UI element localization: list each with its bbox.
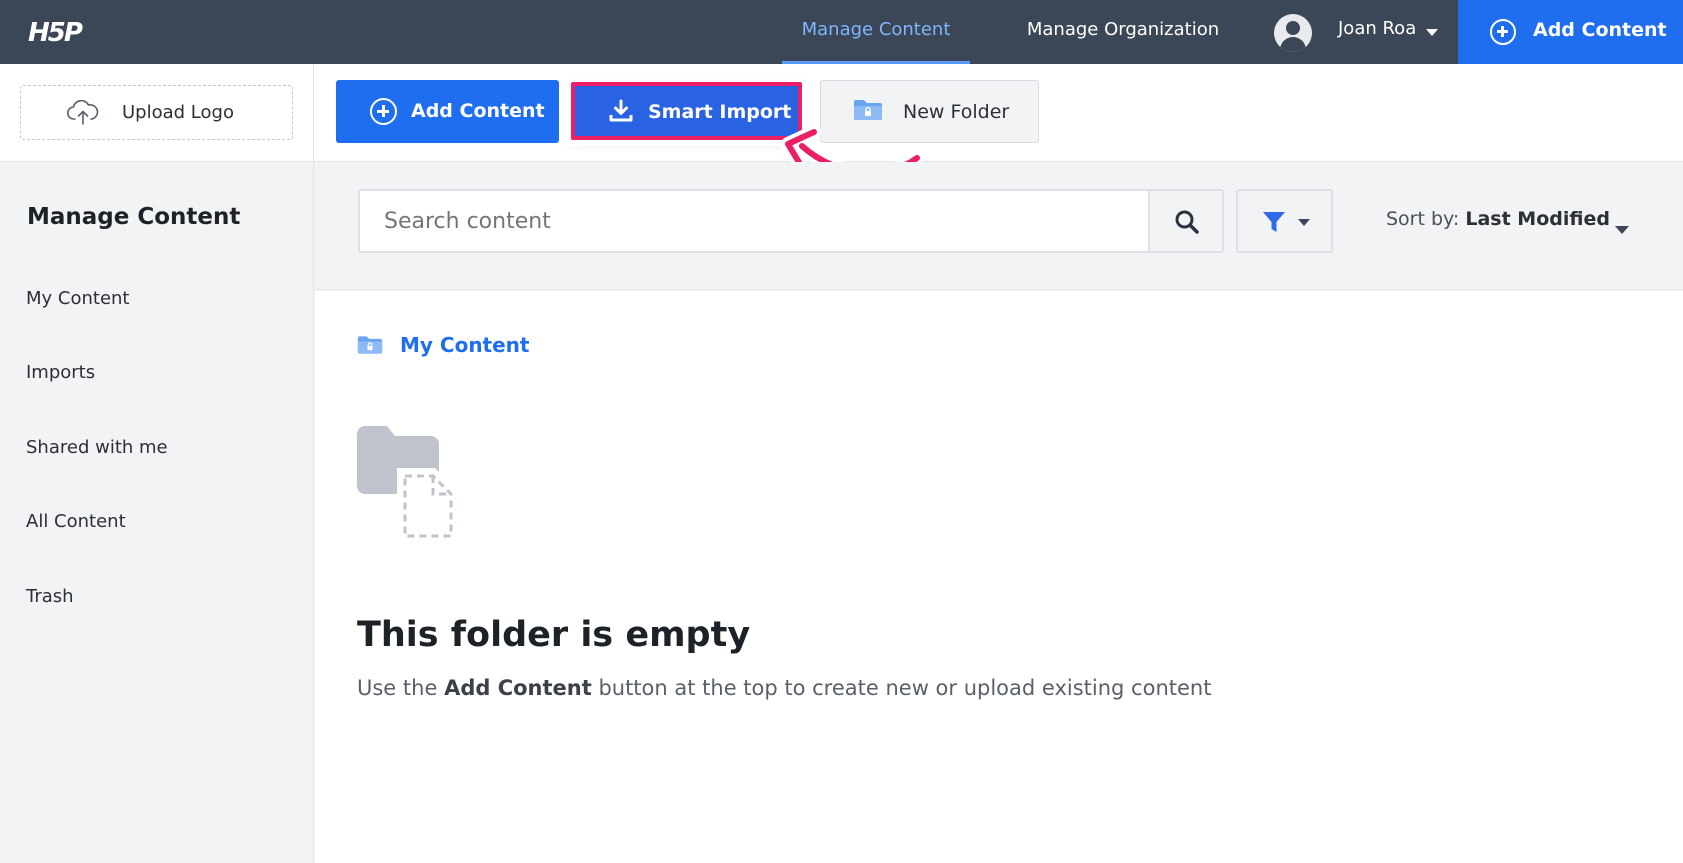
empty-desc-after: button at the top to create new or uploa… bbox=[598, 676, 1212, 700]
search-filter-bar: Sort by: Last Modified bbox=[315, 162, 1683, 290]
upload-logo-label: Upload Logo bbox=[122, 102, 234, 123]
filter-icon bbox=[1262, 210, 1286, 238]
sidebar-title: Manage Content bbox=[27, 204, 241, 230]
topbar-add-content-button[interactable]: Add Content bbox=[1458, 0, 1683, 64]
avatar-body bbox=[1280, 37, 1306, 52]
user-menu-name[interactable]: Joan Roa bbox=[1338, 18, 1416, 39]
sort-prefix: Sort by: bbox=[1386, 208, 1460, 230]
tab-manage-organization[interactable]: Manage Organization bbox=[1018, 0, 1228, 64]
user-avatar-icon[interactable] bbox=[1274, 14, 1312, 52]
filter-caret-down-icon bbox=[1298, 219, 1310, 226]
add-content-button[interactable]: Add Content bbox=[336, 80, 559, 143]
tab-manage-organization-label: Manage Organization bbox=[1026, 19, 1220, 40]
empty-desc-before: Use the bbox=[357, 676, 438, 700]
avatar-head bbox=[1286, 21, 1300, 35]
breadcrumb-label: My Content bbox=[400, 333, 530, 357]
sidebar-item-all-content[interactable]: All Content bbox=[26, 511, 126, 532]
sidebar-item-imports[interactable]: Imports bbox=[26, 362, 95, 383]
tab-manage-content[interactable]: Manage Content bbox=[782, 0, 970, 64]
empty-folder-icon bbox=[357, 426, 467, 550]
sidebar-item-trash[interactable]: Trash bbox=[26, 586, 74, 607]
plus-circle-icon bbox=[1490, 19, 1516, 45]
add-content-label: Add Content bbox=[411, 100, 545, 122]
filter-button[interactable] bbox=[1236, 189, 1333, 253]
sort-value: Last Modified bbox=[1465, 208, 1610, 230]
cloud-upload-icon bbox=[66, 99, 99, 131]
empty-desc-bold: Add Content bbox=[444, 676, 592, 700]
user-menu-caret-down-icon[interactable] bbox=[1426, 29, 1438, 36]
tab-manage-content-label: Manage Content bbox=[801, 19, 951, 40]
upload-logo-button[interactable]: Upload Logo bbox=[20, 85, 293, 140]
folder-icon bbox=[357, 335, 383, 360]
topbar-add-content-label: Add Content bbox=[1533, 19, 1667, 41]
h5p-logo[interactable]: H5P bbox=[28, 18, 83, 48]
plus-circle-icon bbox=[370, 98, 397, 125]
sidebar-item-shared-with-me[interactable]: Shared with me bbox=[26, 437, 168, 458]
logo-upload-area: Upload Logo bbox=[0, 64, 314, 162]
sort-dropdown[interactable]: Sort by: Last Modified bbox=[1386, 208, 1610, 230]
search-icon bbox=[1174, 209, 1200, 239]
empty-state-description: Use the Add Content button at the top to… bbox=[357, 676, 1211, 700]
sidebar: Manage Content My Content Imports Shared… bbox=[0, 162, 314, 863]
search-input[interactable] bbox=[358, 189, 1148, 253]
download-icon bbox=[609, 99, 633, 128]
main-content-area: My Content This folder is empty Use the … bbox=[315, 291, 1683, 863]
sort-caret-down-icon[interactable] bbox=[1615, 226, 1629, 234]
search-button[interactable] bbox=[1148, 189, 1224, 253]
empty-state-title: This folder is empty bbox=[357, 615, 751, 655]
smart-import-label: Smart Import bbox=[648, 101, 792, 123]
top-navigation-bar: H5P Manage Content Manage Organization J… bbox=[0, 0, 1683, 64]
smart-import-button[interactable]: Smart Import bbox=[571, 82, 802, 140]
sidebar-item-my-content[interactable]: My Content bbox=[26, 288, 130, 309]
